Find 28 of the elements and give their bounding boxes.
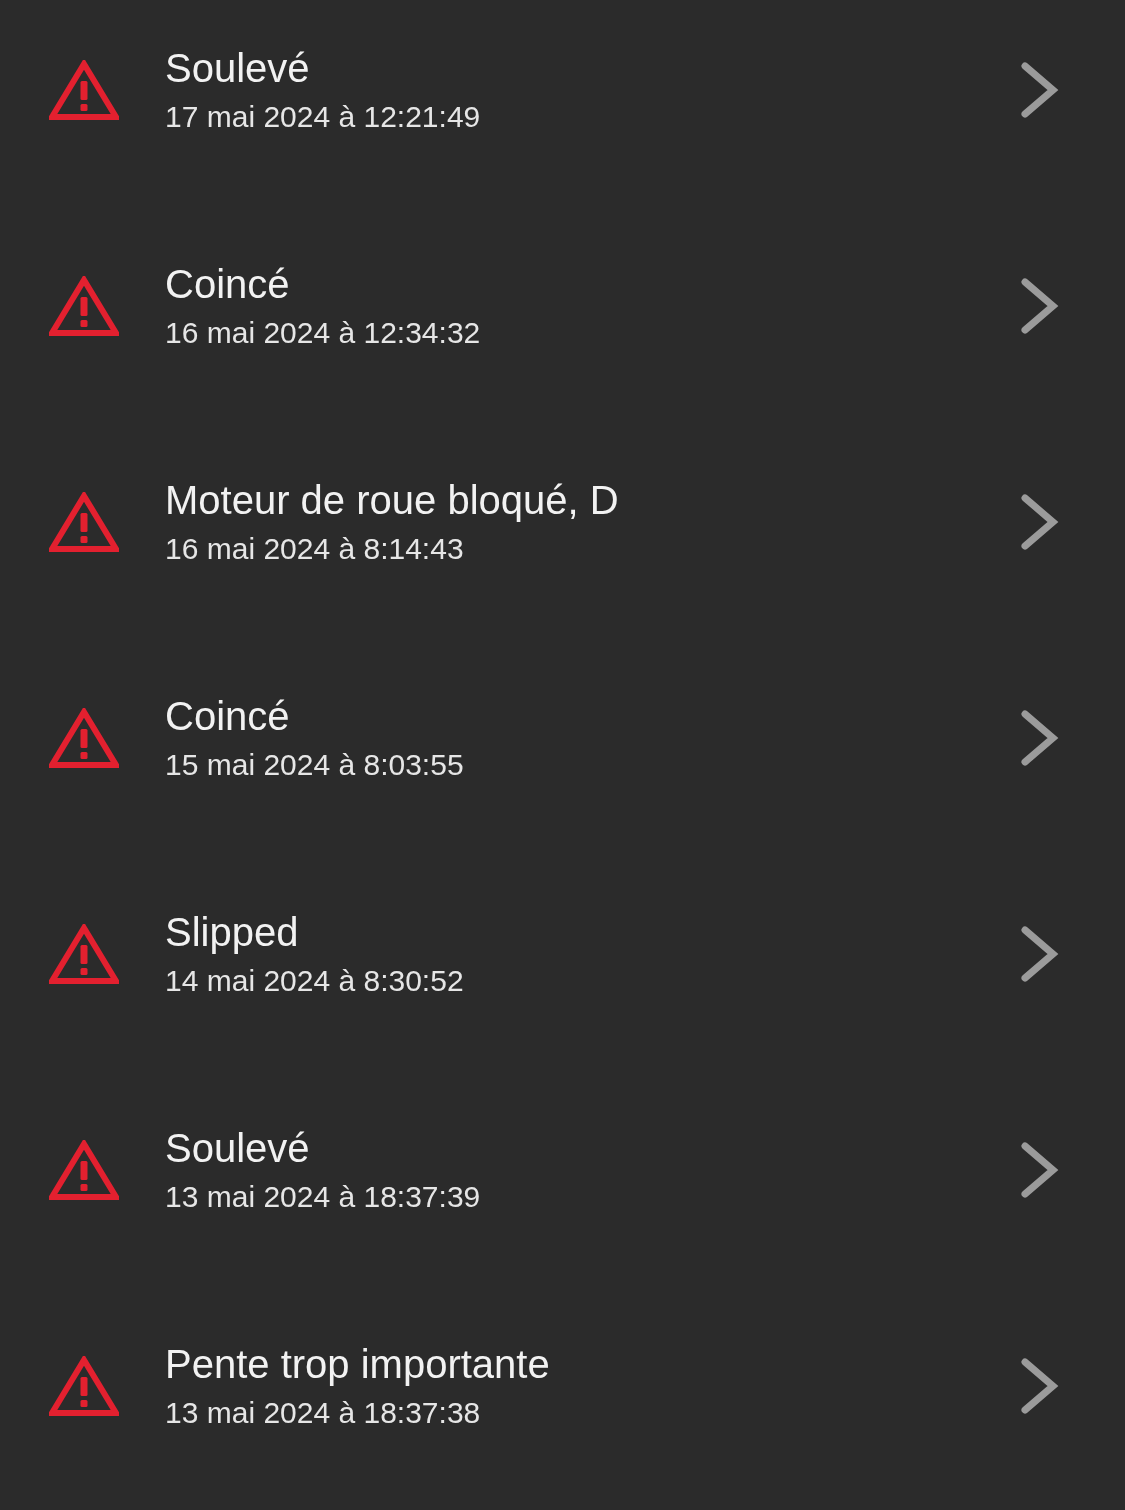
event-date: 13 mai 2024 à 18:37:38 — [165, 1395, 481, 1431]
chevron-right-icon[interactable] — [1021, 710, 1059, 766]
chevron-right-icon[interactable] — [1021, 278, 1059, 334]
warning-icon — [49, 492, 119, 552]
chevron-right-icon[interactable] — [1021, 926, 1059, 982]
event-date: 15 mai 2024 à 8:03:55 — [165, 747, 464, 783]
event-date: 17 mai 2024 à 12:21:49 — [165, 99, 481, 135]
event-title: Soulevé — [165, 45, 310, 92]
chevron-right-icon[interactable] — [1021, 1142, 1059, 1198]
event-title: Coincé — [165, 693, 290, 740]
warning-icon — [49, 924, 119, 984]
warning-icon — [49, 276, 119, 336]
chevron-right-icon[interactable] — [1021, 62, 1059, 118]
warning-icon — [49, 60, 119, 120]
event-title: Soulevé — [165, 1125, 310, 1172]
event-title: Slipped — [165, 909, 299, 956]
event-title: Pente trop importante — [165, 1341, 550, 1388]
chevron-right-icon[interactable] — [1021, 494, 1059, 550]
warning-icon — [49, 1356, 119, 1416]
event-title: Coincé — [165, 261, 290, 308]
warning-icon — [49, 708, 119, 768]
event-title: Moteur de roue bloqué, D — [165, 477, 619, 524]
warning-icon — [49, 1140, 119, 1200]
event-date: 14 mai 2024 à 8:30:52 — [165, 963, 464, 999]
event-date: 16 mai 2024 à 8:14:43 — [165, 531, 464, 567]
event-date: 13 mai 2024 à 18:37:39 — [165, 1179, 481, 1215]
event-date: 16 mai 2024 à 12:34:32 — [165, 315, 481, 351]
chevron-right-icon[interactable] — [1021, 1358, 1059, 1414]
